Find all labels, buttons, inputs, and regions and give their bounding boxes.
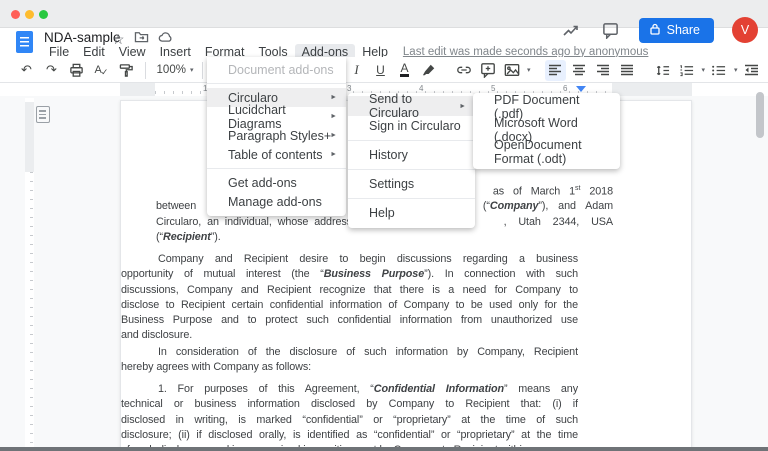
menu-item-settings[interactable]: Settings [348, 174, 475, 194]
share-label: Share [667, 23, 700, 37]
print-button[interactable] [66, 60, 87, 81]
menu-item-label: Help [369, 206, 395, 220]
redo-button[interactable]: ↷ [41, 60, 62, 81]
vertical-ruler[interactable] [25, 98, 34, 447]
submenu-arrow-icon: ► [330, 94, 337, 101]
document-outline-icon[interactable] [36, 106, 50, 123]
close-window-button[interactable] [11, 10, 20, 19]
align-right-button[interactable] [593, 60, 614, 81]
line-spacing-button[interactable] [652, 60, 673, 81]
menu-item-label: History [369, 148, 408, 162]
last-edit-link[interactable]: Last edit was made seconds ago by anonym… [403, 46, 648, 58]
submenu-arrow-icon: ► [459, 103, 466, 110]
doc-line: hereby agrees with Company as follows: [121, 360, 578, 375]
menu-divider [348, 140, 475, 141]
highlight-color-button[interactable] [418, 60, 439, 81]
send-to-submenu: PDF Document (.pdf)Microsoft Word (.docx… [473, 93, 620, 169]
zoom-window-button[interactable] [39, 10, 48, 19]
toolbar: ↶ ↷ A✓ 100%▾ Normal text▾ [0, 57, 768, 83]
menu-item-paragraph-styles-[interactable]: Paragraph Styles+► [207, 126, 346, 145]
doc-line: disclosure; (ii) if disclosed orally, is… [121, 428, 578, 443]
comment-history-icon[interactable] [600, 20, 621, 41]
italic-button[interactable]: I [346, 60, 367, 81]
submenu-arrow-icon: ► [330, 132, 337, 139]
submenu-arrow-icon: ► [330, 113, 337, 120]
menu-divider [348, 169, 475, 170]
doc-line: 1. For purposes of this Agreement, “Conf… [121, 382, 578, 397]
zoom-select[interactable]: 100%▾ [154, 60, 194, 81]
lock-icon [650, 23, 660, 38]
menu-item-label: Table of contents [228, 148, 323, 162]
doc-paragraph: 1. For purposes of this Agreement, “Conf… [121, 382, 578, 451]
menu-item-document-add-ons: Document add-ons [207, 60, 346, 79]
indent-marker-icon[interactable] [576, 86, 586, 92]
doc-line: Business Purpose and to protect such con… [121, 313, 578, 328]
screen-bottom-edge [0, 447, 768, 451]
menu-item-help[interactable]: Help [348, 203, 475, 223]
menu-item-opendocument-format-odt-[interactable]: OpenDocument Format (.odt) [473, 141, 620, 164]
menu-divider [348, 198, 475, 199]
doc-line: disclose to Recipient certain confidenti… [121, 298, 578, 313]
submenu-arrow-icon: ► [330, 151, 337, 158]
underline-button[interactable]: U [370, 60, 391, 81]
menu-item-label: OpenDocument Format (.odt) [494, 138, 610, 166]
google-docs-window: NDA-sample ☆ FileEditViewInsertFormatToo… [0, 0, 768, 451]
decrease-indent-button[interactable] [741, 60, 762, 81]
circularo-submenu: Send to Circularo► Sign in Circularo Histo… [348, 93, 475, 228]
ruler-number: 5 [491, 84, 495, 93]
menu-item-label: Sign in Circularo [369, 119, 461, 133]
ruler-number: 6 [563, 84, 567, 93]
menu-item-lucidchart-diagrams[interactable]: Lucidchart Diagrams► [207, 107, 346, 126]
doc-line: Company and Recipient desire to begin di… [121, 252, 578, 267]
bulleted-list-button[interactable] [708, 60, 729, 81]
doc-line: disclosed in writing, is marked “confide… [121, 413, 578, 428]
undo-button[interactable]: ↶ [16, 60, 37, 81]
increase-indent-button[interactable] [765, 60, 768, 81]
insights-icon[interactable] [561, 20, 582, 41]
google-docs-logo-icon[interactable] [16, 31, 33, 53]
vertical-scrollbar[interactable] [756, 92, 764, 138]
ruler-number: 3 [347, 84, 351, 93]
justify-button[interactable] [617, 60, 638, 81]
menu-item-history[interactable]: History [348, 145, 475, 165]
doc-line: discussions, Company and Recipient recog… [121, 283, 578, 298]
menu-item-label: Paragraph Styles+ [228, 129, 331, 143]
add-comment-button[interactable] [477, 60, 498, 81]
doc-line: technical or business information disclo… [121, 397, 578, 412]
insert-image-button[interactable] [501, 60, 522, 81]
align-left-button[interactable] [545, 60, 566, 81]
doc-line: and disclosure. [121, 328, 578, 343]
menu-item-label: Document add-ons [228, 63, 334, 77]
doc-line: In consideration of the disclosure of su… [121, 345, 578, 360]
menu-item-sign-in-circularo[interactable]: Sign in Circularo [348, 116, 475, 136]
menu-item-send-to-circularo[interactable]: Send to Circularo► [348, 96, 475, 116]
spellcheck-button[interactable]: A✓ [91, 60, 112, 81]
doc-paragraph: In consideration of the disclosure of su… [121, 345, 578, 376]
numbered-list-button[interactable] [676, 60, 697, 81]
doc-line: (“Recipient”). [156, 231, 613, 246]
numbered-list-caret[interactable]: ▾ [702, 66, 706, 74]
app-header: NDA-sample ☆ FileEditViewInsertFormatToo… [0, 28, 768, 57]
align-center-button[interactable] [569, 60, 590, 81]
menu-item-table-of-contents[interactable]: Table of contents ► [207, 145, 346, 164]
minimize-window-button[interactable] [25, 10, 34, 19]
menu-divider [207, 168, 346, 169]
bulleted-list-caret[interactable]: ▾ [734, 66, 738, 74]
menu-divider [207, 83, 346, 84]
paint-format-button[interactable] [116, 60, 137, 81]
menu-item-label: Get add-ons [228, 176, 297, 190]
menu-item-get-add-ons[interactable]: Get add-ons [207, 173, 346, 192]
addons-menu: Document add-onsCircularo►Lucidchart Dia… [207, 57, 346, 216]
text-color-button[interactable]: A [394, 60, 415, 81]
menu-item-label: Settings [369, 177, 414, 191]
doc-line: opportunity of mutual interest (the “Bus… [121, 267, 578, 282]
insert-image-caret[interactable]: ▾ [527, 66, 531, 74]
share-button[interactable]: Share [639, 18, 714, 43]
insert-link-button[interactable] [453, 60, 474, 81]
avatar[interactable]: V [732, 17, 758, 43]
menu-item-label: Manage add-ons [228, 195, 322, 209]
doc-paragraph: Company and Recipient desire to begin di… [121, 252, 578, 344]
menu-item-manage-add-ons[interactable]: Manage add-ons [207, 192, 346, 211]
